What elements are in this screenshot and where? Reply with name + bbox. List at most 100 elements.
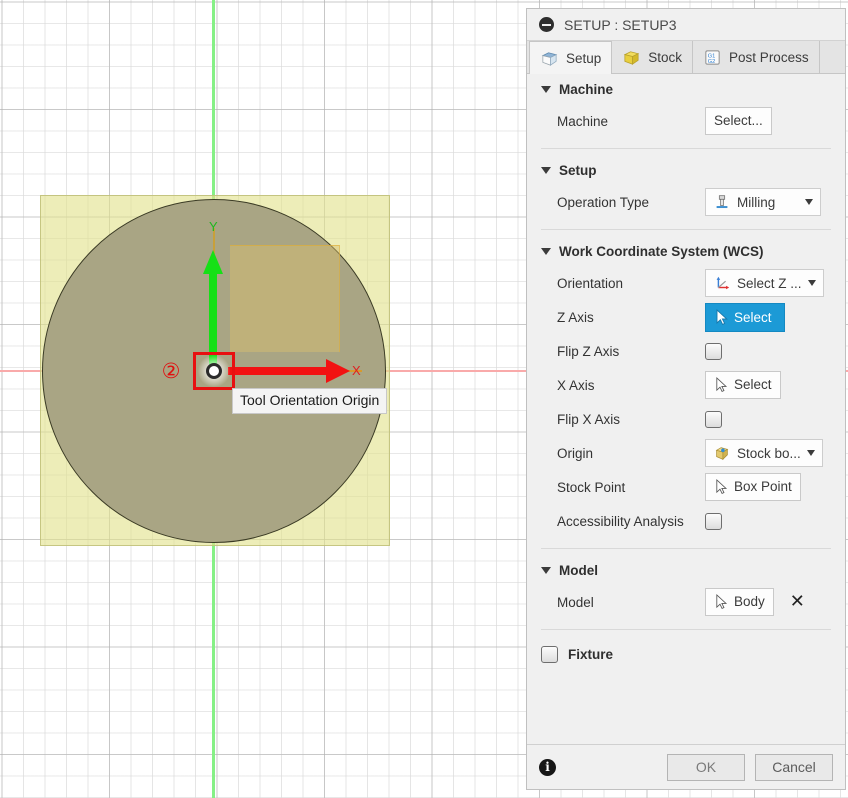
x-axis-arrowhead <box>326 359 350 383</box>
stock-point-button[interactable]: Box Point <box>705 473 801 501</box>
accessibility-analysis-checkbox[interactable] <box>705 513 722 530</box>
group-wcs: Work Coordinate System (WCS) Orientation <box>527 236 845 538</box>
fixture-checkbox[interactable] <box>541 646 558 663</box>
cursor-arrow-icon <box>714 479 729 495</box>
highlighted-face[interactable] <box>230 245 340 352</box>
tab-post-process-label: Post Process <box>729 50 809 65</box>
accessibility-analysis-label: Accessibility Analysis <box>557 514 705 529</box>
row-accessibility-analysis: Accessibility Analysis <box>541 504 831 538</box>
origin-highlight-box <box>193 352 235 390</box>
tab-setup[interactable]: Setup <box>529 41 612 74</box>
x-axis-select-button[interactable]: Select <box>705 371 781 399</box>
chevron-down-icon <box>807 450 815 456</box>
close-x-icon[interactable]: ✕ <box>790 595 805 609</box>
row-flip-x-axis: Flip X Axis <box>541 402 831 436</box>
chevron-down-icon <box>541 86 551 93</box>
group-model: Model Model Body ✕ <box>527 555 845 619</box>
row-machine: Machine Select... <box>541 104 831 138</box>
tooltip: Tool Orientation Origin <box>232 388 387 414</box>
flip-z-axis-checkbox[interactable] <box>705 343 722 360</box>
divider-3 <box>541 548 831 549</box>
flip-x-axis-label: Flip X Axis <box>557 412 705 427</box>
y-axis-label: Y <box>209 219 218 234</box>
machine-label: Machine <box>557 114 705 129</box>
group-wcs-label: Work Coordinate System (WCS) <box>559 244 764 259</box>
machine-select-button[interactable]: Select... <box>705 107 772 135</box>
ok-button[interactable]: OK <box>667 754 745 781</box>
step-badge-2: ② <box>158 358 184 384</box>
divider-1 <box>541 148 831 149</box>
z-axis-select-label: Select <box>734 310 772 325</box>
origin-dropdown[interactable]: Stock bo... <box>705 439 823 467</box>
row-x-axis: X Axis Select <box>541 368 831 402</box>
row-flip-z-axis: Flip Z Axis <box>541 334 831 368</box>
minus-circle-icon[interactable] <box>539 17 554 32</box>
divider-2 <box>541 229 831 230</box>
panel-body: Machine Machine Select... Setup Operatio… <box>527 74 845 744</box>
svg-text:G2: G2 <box>708 59 716 65</box>
stock-point-label: Stock Point <box>557 480 705 495</box>
gcode-icon: G1 G2 <box>703 48 722 67</box>
chevron-down-icon <box>541 567 551 574</box>
info-icon[interactable]: i <box>539 759 556 776</box>
cursor-arrow-icon <box>714 377 729 393</box>
tab-stock[interactable]: Stock <box>612 41 693 73</box>
group-setup-label: Setup <box>559 163 597 178</box>
page-title: SETUP : SETUP3 <box>564 17 677 33</box>
row-model: Model Body ✕ <box>541 585 831 619</box>
stock-point-button-label: Box Point <box>734 478 792 496</box>
group-header-machine[interactable]: Machine <box>541 74 831 104</box>
model-body-button[interactable]: Body <box>705 588 774 616</box>
panel-title-bar: SETUP : SETUP3 <box>527 9 845 41</box>
chevron-down-icon <box>805 199 813 205</box>
operation-type-value: Milling <box>737 195 799 210</box>
operation-type-label: Operation Type <box>557 195 705 210</box>
operation-type-dropdown[interactable]: Milling <box>705 188 821 216</box>
origin-value: Stock bo... <box>737 446 801 461</box>
cancel-button[interactable]: Cancel <box>755 754 833 781</box>
row-orientation: Orientation Select Z ... <box>541 266 831 300</box>
row-z-axis: Z Axis Select <box>541 300 831 334</box>
fixture-label: Fixture <box>568 647 613 662</box>
flip-z-axis-label: Flip Z Axis <box>557 344 705 359</box>
stock-box-icon <box>622 48 641 67</box>
row-origin: Origin Stock bo... <box>541 436 831 470</box>
tab-bar: Setup Stock G1 G2 Post Process <box>527 41 845 74</box>
chevron-down-icon <box>541 248 551 255</box>
cursor-arrow-icon <box>714 594 729 610</box>
orientation-value: Select Z ... <box>737 276 802 291</box>
divider-4 <box>541 629 831 630</box>
z-axis-label: Z Axis <box>557 310 705 325</box>
setup-dialog-panel: SETUP : SETUP3 Setup Stock <box>526 8 846 790</box>
group-machine: Machine Machine Select... <box>527 74 845 138</box>
tab-setup-label: Setup <box>566 51 601 66</box>
group-model-label: Model <box>559 563 598 578</box>
cursor-arrow-icon <box>714 309 730 326</box>
orientation-dropdown[interactable]: Select Z ... <box>705 269 824 297</box>
z-axis-select-button[interactable]: Select <box>705 303 785 332</box>
panel-footer: i OK Cancel <box>527 744 845 789</box>
tab-post-process[interactable]: G1 G2 Post Process <box>693 41 820 73</box>
group-header-wcs[interactable]: Work Coordinate System (WCS) <box>541 236 831 266</box>
milling-tool-icon <box>713 193 731 211</box>
chevron-down-icon <box>808 280 816 286</box>
app-screenshot: Y X ② Tool Orientation Origin SETUP : SE… <box>0 0 848 798</box>
axis-triad-icon <box>713 274 731 292</box>
model-label: Model <box>557 595 705 610</box>
group-machine-label: Machine <box>559 82 613 97</box>
orientation-label: Orientation <box>557 276 705 291</box>
setup-cube-icon <box>540 49 559 68</box>
row-fixture: Fixture <box>527 636 845 675</box>
tab-stock-label: Stock <box>648 50 682 65</box>
x-axis-select-label: Select <box>734 376 772 394</box>
chevron-down-icon <box>541 167 551 174</box>
row-stock-point: Stock Point Box Point <box>541 470 831 504</box>
flip-x-axis-checkbox[interactable] <box>705 411 722 428</box>
stock-box-point-icon <box>713 444 731 462</box>
group-header-model[interactable]: Model <box>541 555 831 585</box>
x-axis-arrow-shaft <box>228 367 338 375</box>
group-header-setup[interactable]: Setup <box>541 155 831 185</box>
group-setup: Setup Operation Type Milling <box>527 155 845 219</box>
x-axis-label: X Axis <box>557 378 705 393</box>
origin-label: Origin <box>557 446 705 461</box>
